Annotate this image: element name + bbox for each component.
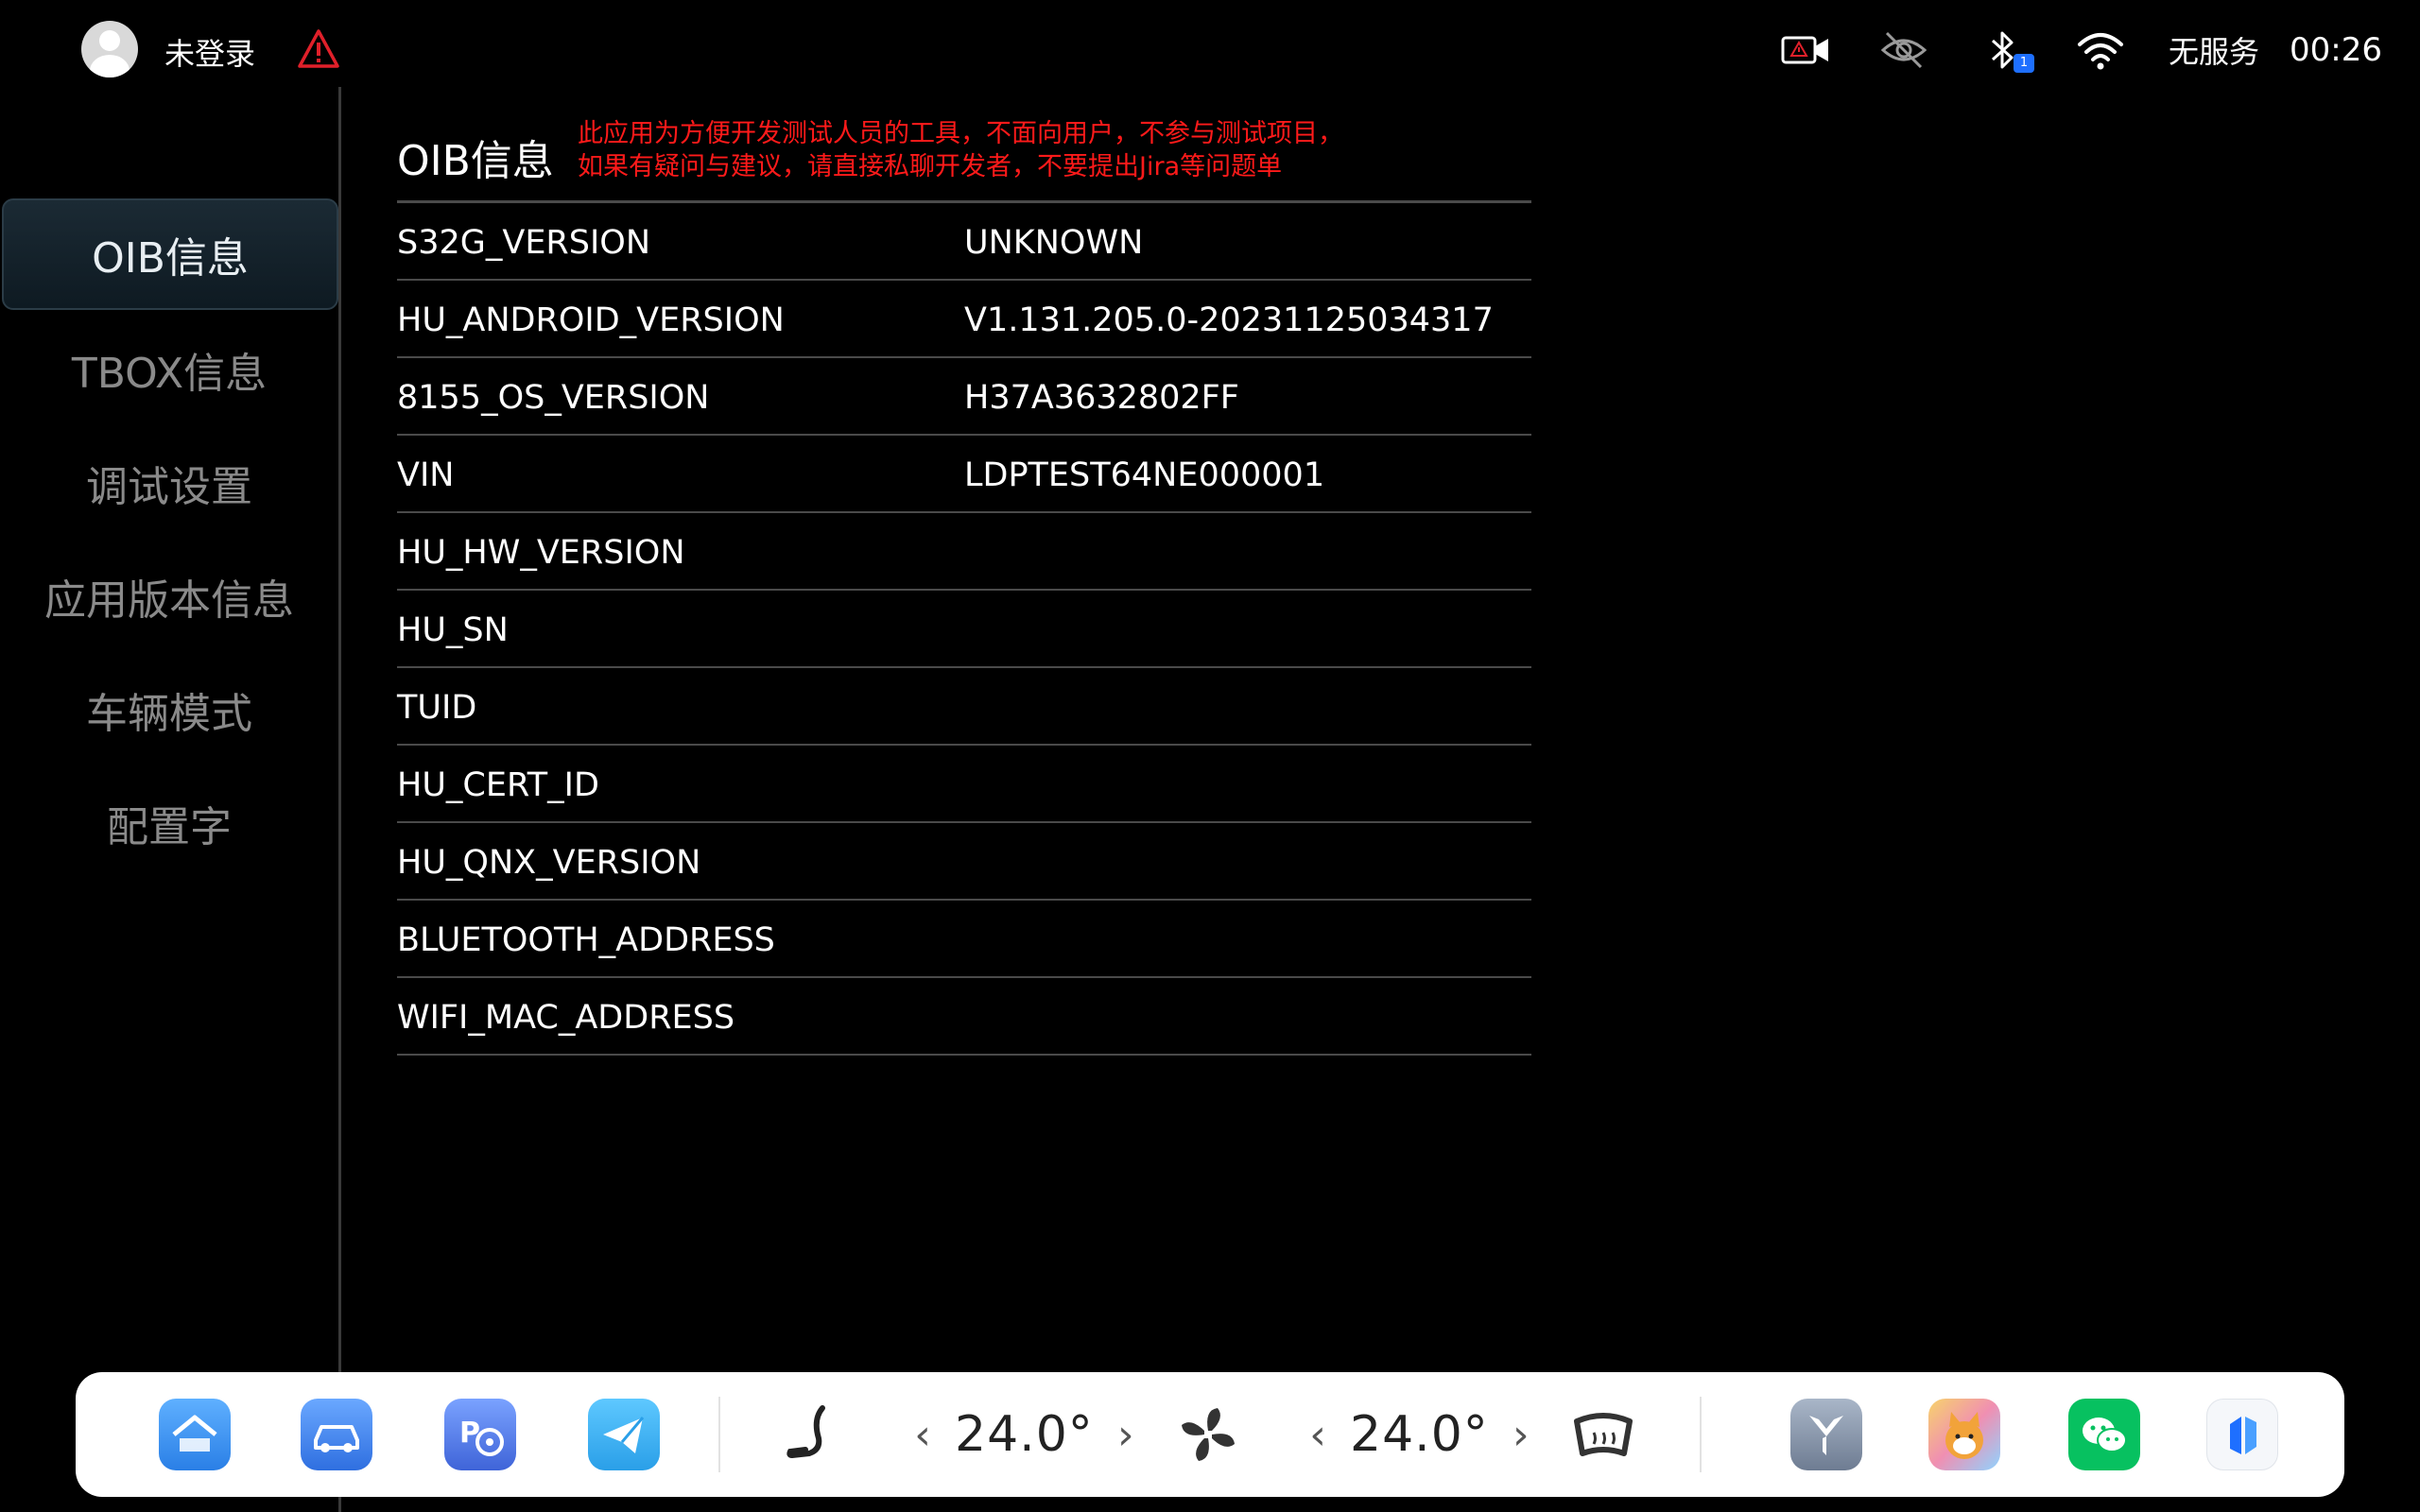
warning-icon[interactable] <box>297 28 340 70</box>
table-row: HU_ANDROID_VERSION V1.131.205.0-20231125… <box>397 281 1531 358</box>
row-value: UNKNOWN <box>964 224 1144 262</box>
rear-defrost-icon[interactable] <box>1567 1399 1639 1470</box>
notice-line-2: 如果有疑问与建议，请直接私聊开发者，不要提出Jira等问题单 <box>578 152 1283 181</box>
table-row: S32G_VERSION UNKNOWN <box>397 203 1531 281</box>
page-title: OIB信息 <box>397 137 554 185</box>
bluetooth-count-badge: 1 <box>2014 54 2034 73</box>
dock-separator <box>1700 1397 1702 1472</box>
row-key: TUID <box>397 689 477 727</box>
sidebar-item-oib[interactable]: OIB信息 <box>2 198 338 310</box>
row-value: LDPTEST64NE000001 <box>964 456 1325 494</box>
bluetooth-icon: 1 <box>1976 24 2034 77</box>
row-key: HU_QNX_VERSION <box>397 844 701 882</box>
row-value: V1.131.205.0-20231125034317 <box>964 301 1494 339</box>
row-key: HU_CERT_ID <box>397 766 599 804</box>
row-key: VIN <box>397 456 455 494</box>
bottom-dock: P ‹ 24.0° › ‹ 24.0° › <box>76 1372 2344 1497</box>
dual-app-icon[interactable] <box>2206 1399 2278 1470</box>
table-row: HU_HW_VERSION <box>397 513 1531 591</box>
table-row: BLUETOOTH_ADDRESS <box>397 901 1531 978</box>
passenger-temp-control: ‹ 24.0° › <box>1299 1399 1540 1470</box>
table-row: TUID <box>397 668 1531 746</box>
passenger-temp-decrease-button[interactable]: ‹ <box>1299 1411 1337 1459</box>
table-row: HU_SN <box>397 591 1531 668</box>
table-row: 8155_OS_VERSION H37A3632802FF <box>397 358 1531 436</box>
table-row: HU_CERT_ID <box>397 746 1531 823</box>
sidebar-item-debug-settings[interactable]: 调试设置 <box>0 427 338 539</box>
brand-app-icon[interactable] <box>1790 1399 1862 1470</box>
car-app-icon[interactable] <box>301 1399 372 1470</box>
sidebar-item-vehicle-mode[interactable]: 车辆模式 <box>0 654 338 765</box>
sidebar-item-app-version[interactable]: 应用版本信息 <box>0 541 338 652</box>
developer-notice: 此应用为方便开发测试人员的工具，不面向用户，不参与测试项目， 如果有疑问与建议，… <box>578 117 1476 183</box>
seat-heat-icon[interactable] <box>777 1399 849 1470</box>
dock-separator <box>718 1397 720 1472</box>
wifi-icon <box>2074 24 2127 77</box>
wechat-app-icon[interactable] <box>2068 1399 2140 1470</box>
passenger-temp-value: 24.0° <box>1350 1406 1489 1463</box>
row-key: S32G_VERSION <box>397 224 651 262</box>
camera-warning-icon <box>1779 24 1832 77</box>
row-key: 8155_OS_VERSION <box>397 379 710 417</box>
info-table: S32G_VERSION UNKNOWN HU_ANDROID_VERSION … <box>397 200 1531 1056</box>
row-value: H37A3632802FF <box>964 379 1239 417</box>
shiba-game-app-icon[interactable] <box>1928 1399 2000 1470</box>
network-status-text: 无服务 <box>2169 34 2260 70</box>
avatar[interactable] <box>81 21 138 77</box>
home-app-icon[interactable] <box>159 1399 231 1470</box>
eye-off-icon <box>1877 24 1930 77</box>
sidebar-item-config-word[interactable]: 配置字 <box>0 767 338 879</box>
table-row: VIN LDPTEST64NE000001 <box>397 436 1531 513</box>
parking-app-icon[interactable]: P <box>444 1399 516 1470</box>
sidebar-item-tbox[interactable]: TBOX信息 <box>0 314 338 425</box>
clock: 00:26 <box>2290 31 2382 69</box>
driver-temp-increase-button[interactable]: › <box>1107 1411 1145 1459</box>
fan-icon[interactable] <box>1172 1399 1244 1470</box>
table-row: HU_QNX_VERSION <box>397 823 1531 901</box>
row-key: WIFI_MAC_ADDRESS <box>397 999 735 1037</box>
login-status-text[interactable]: 未登录 <box>164 30 255 74</box>
driver-temp-control: ‹ 24.0° › <box>904 1399 1145 1470</box>
notice-line-1: 此应用为方便开发测试人员的工具，不面向用户，不参与测试项目， <box>578 119 1343 148</box>
passenger-temp-increase-button[interactable]: › <box>1502 1411 1540 1459</box>
row-key: BLUETOOTH_ADDRESS <box>397 921 775 959</box>
status-bar: 未登录 1 无服务 00:26 <box>0 0 2420 100</box>
sidebar: OIB信息 TBOX信息 调试设置 应用版本信息 车辆模式 配置字 <box>0 100 340 1423</box>
row-key: HU_ANDROID_VERSION <box>397 301 785 339</box>
telegram-app-icon[interactable] <box>588 1399 660 1470</box>
row-key: HU_HW_VERSION <box>397 534 685 572</box>
row-key: HU_SN <box>397 611 509 649</box>
driver-temp-decrease-button[interactable]: ‹ <box>904 1411 942 1459</box>
table-row: WIFI_MAC_ADDRESS <box>397 978 1531 1056</box>
driver-temp-value: 24.0° <box>955 1406 1094 1463</box>
